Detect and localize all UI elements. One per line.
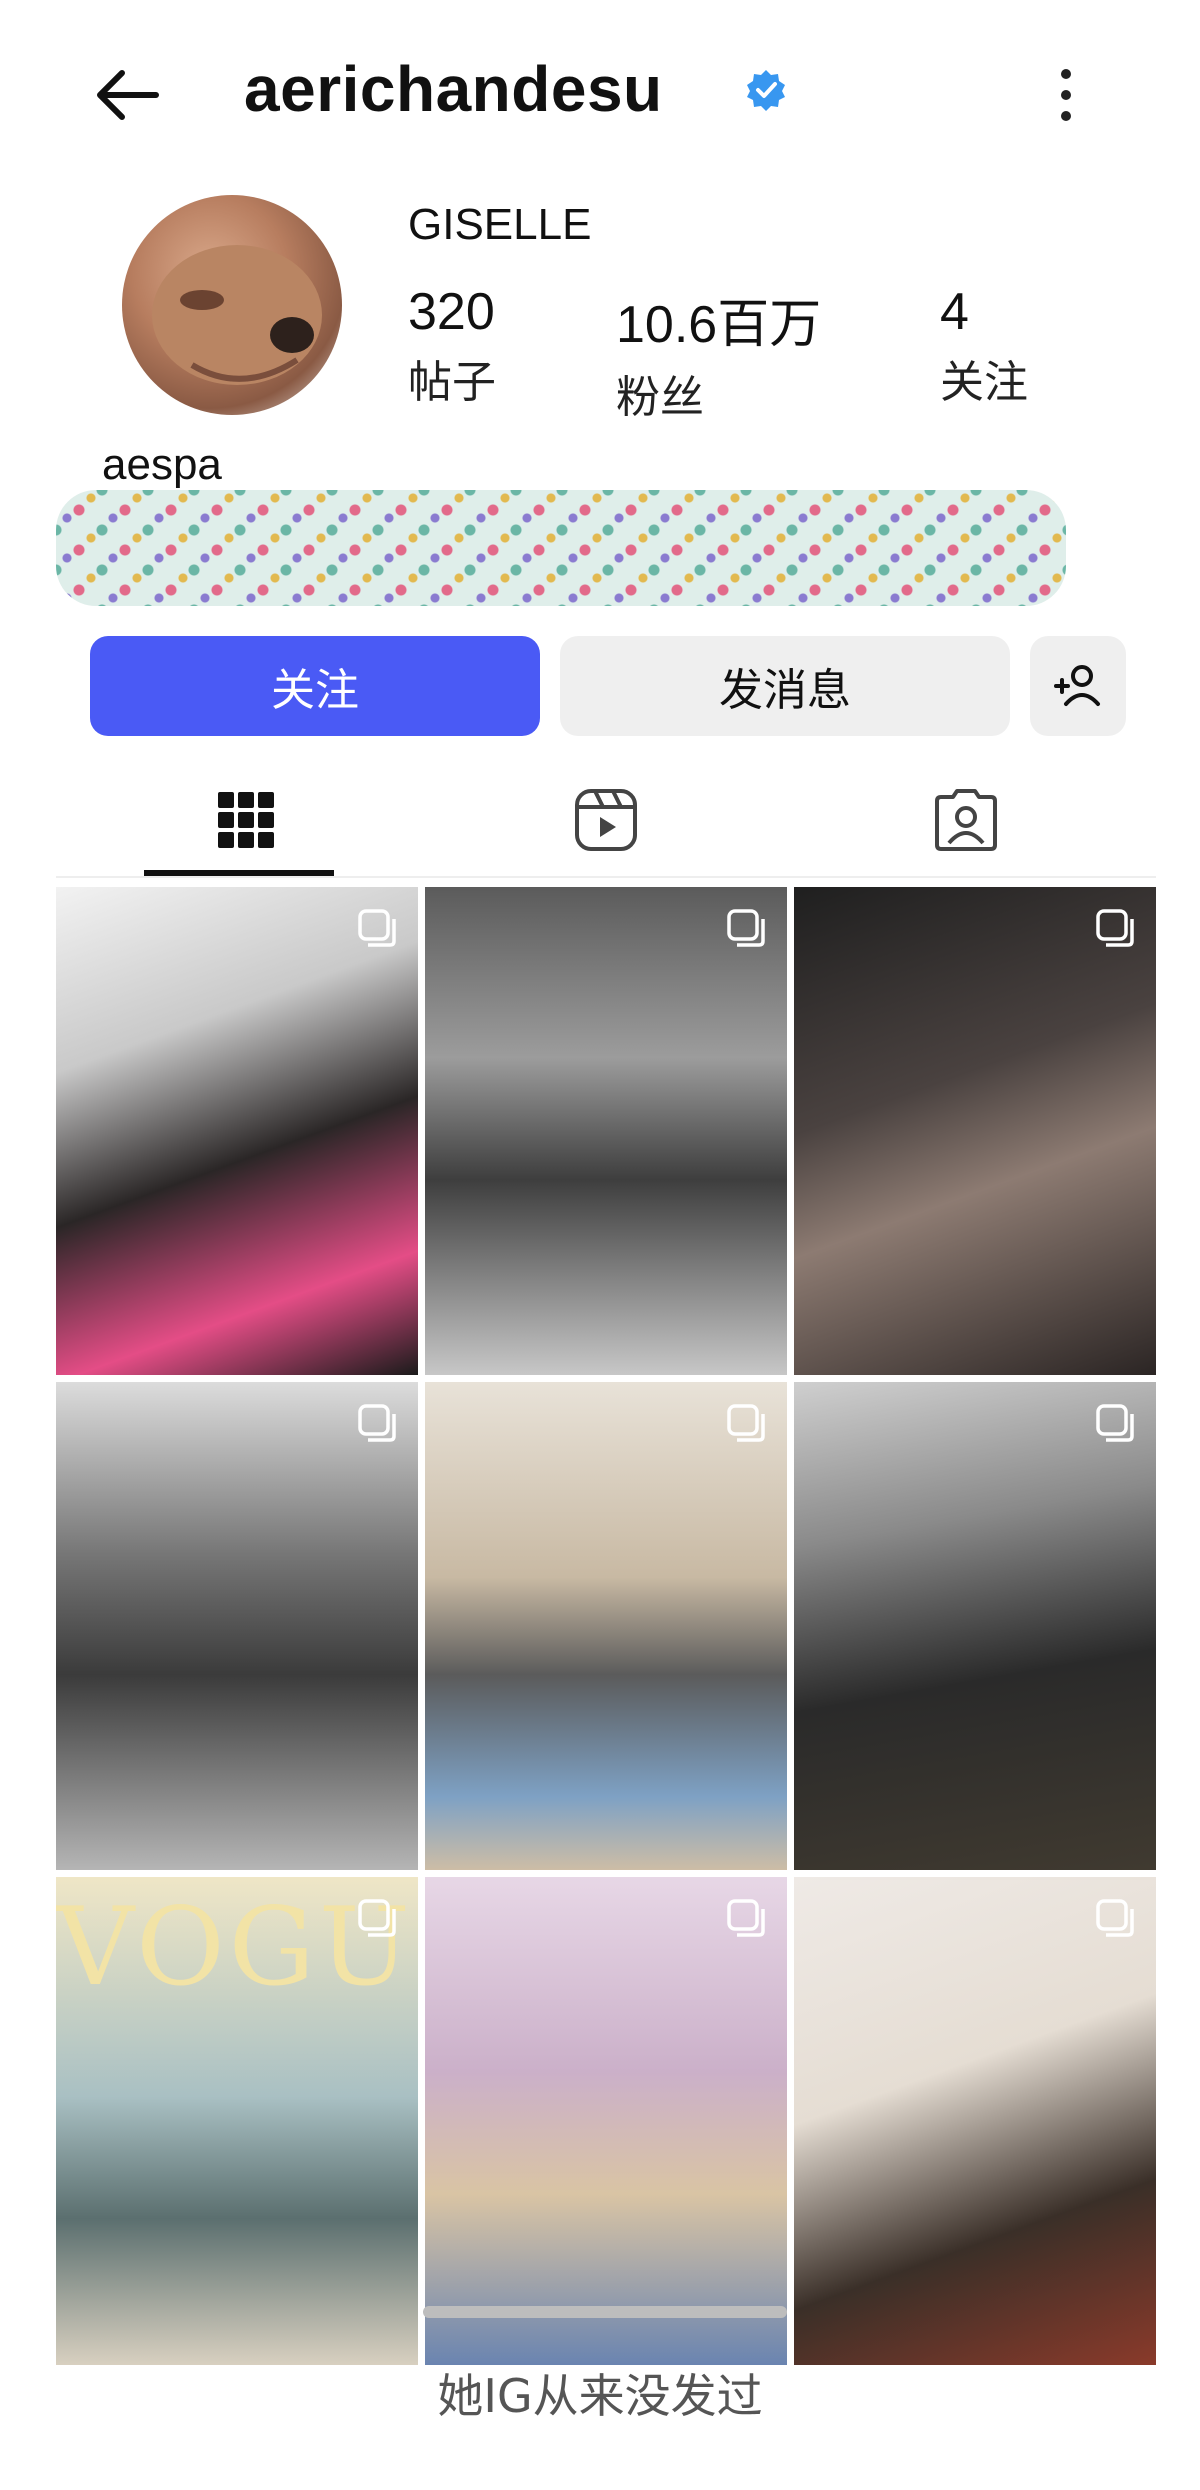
tab-reels[interactable] [456, 760, 756, 880]
post-thumbnail[interactable] [425, 1382, 787, 1870]
tab-divider [56, 876, 1156, 878]
arrow-left-icon [97, 70, 159, 120]
stat-following-value: 4 [940, 283, 969, 341]
multiple-photos-icon [1096, 1899, 1134, 1937]
post-thumbnail[interactable]: VOGUE [56, 1877, 418, 2365]
suggest-users-button[interactable] [1030, 636, 1126, 736]
stat-following-label: 关注 [940, 357, 1028, 408]
back-button[interactable] [86, 55, 176, 135]
tab-tagged[interactable] [816, 760, 1116, 880]
bio-redaction-overlay [56, 490, 1066, 606]
multiple-photos-icon [1096, 909, 1134, 947]
post-thumbnail[interactable] [56, 887, 418, 1375]
multiple-photos-icon [358, 909, 396, 947]
posts-grid: VOGUE [56, 887, 1156, 2365]
profile-tabs [56, 760, 1156, 880]
verified-badge-icon [744, 68, 788, 112]
post-thumbnail[interactable] [56, 1382, 418, 1870]
top-bar: aerichandesu [56, 0, 1156, 180]
profile-bio: aespa [102, 440, 222, 489]
post-thumbnail[interactable] [794, 887, 1156, 1375]
more-vertical-icon [1061, 69, 1071, 121]
multiple-photos-icon [727, 1899, 765, 1937]
profile-card: aerichandesu GISELLE 320 帖子 10.6百万 粉丝 4 … [56, 0, 1156, 2390]
post-thumbnail[interactable] [794, 1877, 1156, 2365]
multiple-photos-icon [358, 1899, 396, 1937]
stat-following[interactable]: 4 关注 [940, 282, 1028, 410]
profile-username: aerichandesu [244, 53, 663, 125]
avatar-image [152, 245, 322, 385]
grid-icon [218, 792, 274, 848]
stat-posts[interactable]: 320 帖子 [408, 282, 496, 410]
post-thumbnail[interactable] [425, 1877, 787, 2365]
stat-followers-label: 粉丝 [616, 372, 704, 423]
post-thumbnail[interactable] [794, 1382, 1156, 1870]
stat-posts-value: 320 [408, 283, 495, 341]
reels-icon [575, 789, 637, 851]
post-thumbnail[interactable] [425, 887, 787, 1375]
multiple-photos-icon [727, 909, 765, 947]
multiple-photos-icon [358, 1404, 396, 1442]
profile-avatar[interactable] [122, 195, 342, 415]
display-name: GISELLE [408, 200, 592, 249]
more-options-button[interactable] [1036, 60, 1096, 130]
multiple-photos-icon [1096, 1404, 1134, 1442]
scroll-indicator[interactable] [423, 2306, 787, 2318]
stat-followers[interactable]: 10.6百万 粉丝 [616, 282, 821, 425]
stat-followers-value: 10.6百万 [616, 296, 822, 354]
stat-posts-label: 帖子 [408, 357, 496, 408]
tab-posts-grid[interactable] [96, 760, 396, 880]
add-person-icon [1054, 665, 1100, 706]
multiple-photos-icon [727, 1404, 765, 1442]
tagged-icon [935, 789, 997, 851]
screenshot-caption: 她IG从来没发过 [437, 2369, 763, 2423]
message-button[interactable]: 发消息 [560, 636, 1010, 736]
follow-button[interactable]: 关注 [90, 636, 540, 736]
